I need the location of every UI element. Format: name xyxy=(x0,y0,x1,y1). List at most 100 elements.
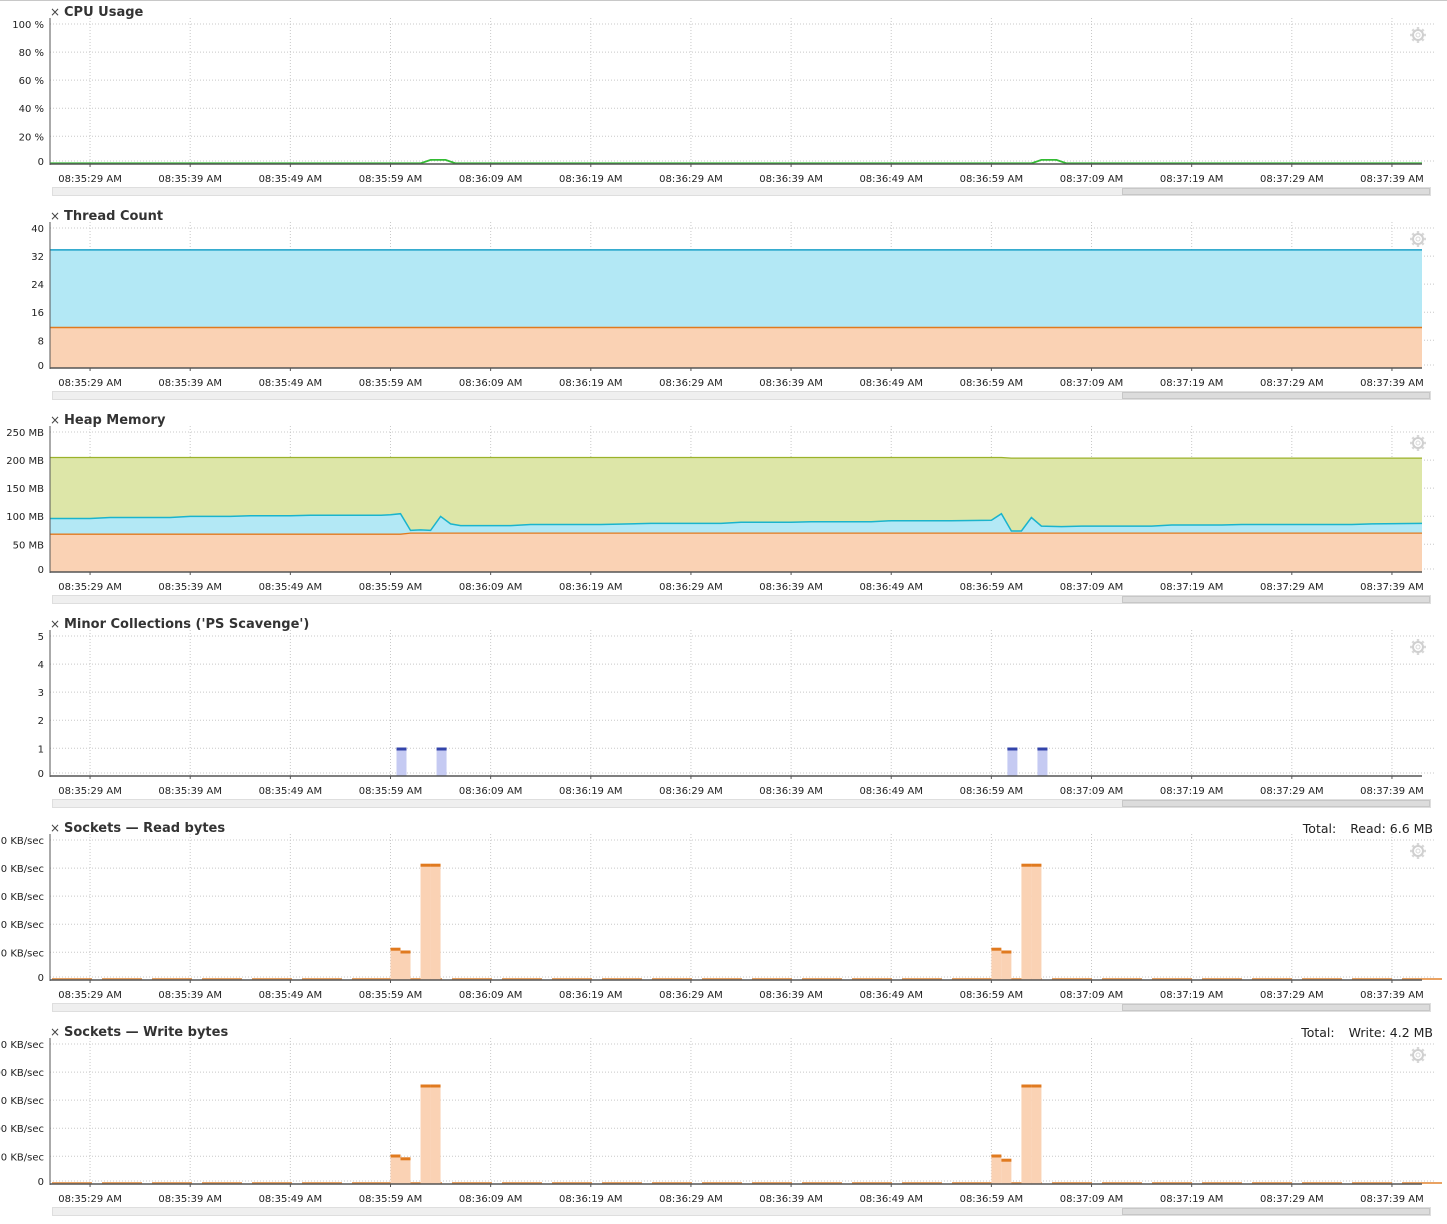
x-tick-label: 08:35:39 AM xyxy=(158,174,222,185)
timeline-scroll-thumb[interactable] xyxy=(1122,1004,1430,1011)
y-tick-label: 0 xyxy=(38,157,44,168)
x-tick-label: 08:36:49 AM xyxy=(859,582,923,593)
socket-bar-cap xyxy=(430,863,441,867)
x-tick-label: 08:37:09 AM xyxy=(1060,786,1124,797)
y-tick-label: 0 xyxy=(38,361,44,372)
x-tick-label: 08:35:39 AM xyxy=(158,990,222,1001)
x-tick-label: 08:35:29 AM xyxy=(58,174,122,185)
chart-cpu[interactable]: 100 % 80 % 60 % 40 % 20 % 0 08:35:29 AM 08:35:3… xyxy=(0,0,1447,204)
y-tick-label: 80 % xyxy=(19,48,44,59)
y-tick-label: 250 MB xyxy=(6,428,44,439)
socket-bar xyxy=(400,952,411,980)
x-tick-label: 08:35:59 AM xyxy=(359,174,423,185)
timeline-scrollbar[interactable] xyxy=(52,799,1431,808)
gc-bar xyxy=(1007,749,1018,776)
y-tick-label: 00 KB/sec xyxy=(0,1068,44,1079)
y-tick-label: 16 xyxy=(31,308,44,319)
y-tick-label: 24 xyxy=(31,280,44,291)
grid xyxy=(50,1038,1434,1184)
x-tick-label: 08:36:59 AM xyxy=(960,174,1024,185)
chart-write[interactable]: 50 KB/sec 00 KB/sec 50 KB/sec 00 KB/sec 50 K… xyxy=(0,1020,1447,1224)
y-tick-label: 100 MB xyxy=(6,512,44,523)
threads-daemon-area xyxy=(50,327,1422,368)
x-tick-label: 08:36:29 AM xyxy=(659,1194,723,1205)
panel-cpu: × CPU Usage 100 % 80 % 60 % 40 % 20 % 0 08:35:29… xyxy=(0,0,1447,204)
y-tick-label: 0 KB/sec xyxy=(1,836,44,847)
y-tick-label: 40 xyxy=(31,224,44,235)
x-tick-label: 08:35:49 AM xyxy=(259,1194,323,1205)
x-tick-label: 08:36:39 AM xyxy=(759,174,823,185)
settings-gear-icon[interactable] xyxy=(1410,27,1426,43)
socket-bar xyxy=(991,949,1002,980)
timeline-scrollbar[interactable] xyxy=(52,1003,1431,1012)
settings-gear-icon[interactable] xyxy=(1410,639,1426,655)
x-tick-label: 08:37:09 AM xyxy=(1060,378,1124,389)
y-tick-label: 70 KB/sec xyxy=(0,948,44,959)
x-tick-label: 08:36:59 AM xyxy=(960,786,1024,797)
socket-bar-cap xyxy=(420,863,431,867)
timeline-scrollbar[interactable] xyxy=(52,1207,1431,1216)
x-tick-label: 08:36:49 AM xyxy=(859,990,923,1001)
x-tick-label: 08:36:19 AM xyxy=(559,1194,623,1205)
socket-bar xyxy=(420,865,431,980)
y-tick-label: 0 KB/sec xyxy=(1,920,44,931)
settings-gear-icon[interactable] xyxy=(1410,843,1426,859)
timeline-scroll-thumb[interactable] xyxy=(1122,188,1430,195)
x-tick-label: 08:36:09 AM xyxy=(459,990,523,1001)
timeline-scrollbar[interactable] xyxy=(52,595,1431,604)
series-group xyxy=(396,747,1048,776)
y-tick-label: 5 xyxy=(38,632,44,643)
panel-minor: × Minor Collections ('PS Scavenge') 5 4 3 2 1 0… xyxy=(0,612,1447,816)
x-tick-label: 08:37:39 AM xyxy=(1360,174,1424,185)
y-tick-label: 200 MB xyxy=(6,456,44,467)
x-tick-label: 08:35:49 AM xyxy=(259,378,323,389)
socket-bar xyxy=(1021,1086,1032,1184)
x-tick-label: 08:36:29 AM xyxy=(659,990,723,1001)
x-tick-label: 08:37:09 AM xyxy=(1060,990,1124,1001)
socket-bar-cap xyxy=(390,1154,401,1158)
heap-tenured-area xyxy=(50,533,1422,572)
x-tick-label: 08:35:49 AM xyxy=(259,174,323,185)
y-tick-label: 150 MB xyxy=(6,484,44,495)
socket-bar-cap xyxy=(1021,1084,1032,1088)
settings-gear-icon[interactable] xyxy=(1410,231,1426,247)
x-tick-label: 08:35:59 AM xyxy=(359,786,423,797)
socket-bar-cap xyxy=(400,1157,411,1161)
series-group xyxy=(50,158,1422,165)
x-tick-label: 08:36:29 AM xyxy=(659,378,723,389)
timeline-scrollbar[interactable] xyxy=(52,391,1431,400)
x-tick-label: 08:37:19 AM xyxy=(1160,378,1224,389)
x-tick-label: 08:36:29 AM xyxy=(659,582,723,593)
x-tick-label: 08:35:39 AM xyxy=(158,582,222,593)
chart-heap[interactable]: 250 MB 200 MB 150 MB 100 MB 50 MB 0 08:35:29 A… xyxy=(0,408,1447,612)
timeline-scroll-thumb[interactable] xyxy=(1122,800,1430,807)
settings-gear-icon[interactable] xyxy=(1410,435,1426,451)
gc-bar-cap xyxy=(396,747,407,751)
y-tick-label: 100 % xyxy=(12,20,44,31)
x-tick-label: 08:35:29 AM xyxy=(58,786,122,797)
series-group xyxy=(52,863,1442,980)
chart-read[interactable]: 0 KB/sec 20 KB/sec 10 KB/sec 0 KB/sec 70 KB/… xyxy=(0,816,1447,1020)
x-tick-label: 08:37:09 AM xyxy=(1060,174,1124,185)
x-tick-label: 08:37:39 AM xyxy=(1360,1194,1424,1205)
chart-threads[interactable]: 40 32 24 16 8 0 08:35:29 AM 08:35:39 AM 08:35:49… xyxy=(0,204,1447,408)
y-tick-label: 0 xyxy=(38,565,44,576)
socket-bar xyxy=(400,1158,411,1184)
chart-minor[interactable]: 5 4 3 2 1 0 08:35:29 AM 08:35:39 AM 08:35:49 AM 0… xyxy=(0,612,1447,816)
timeline-scrollbar[interactable] xyxy=(52,187,1431,196)
y-tick-label: 60 % xyxy=(19,76,44,87)
timeline-scroll-thumb[interactable] xyxy=(1122,1208,1430,1215)
x-tick-label: 08:37:39 AM xyxy=(1360,990,1424,1001)
y-tick-label: 8 xyxy=(38,336,44,347)
timeline-scroll-thumb[interactable] xyxy=(1122,392,1430,399)
x-tick-label: 08:35:49 AM xyxy=(259,786,323,797)
x-tick-label: 08:35:29 AM xyxy=(58,582,122,593)
x-tick-label: 08:37:39 AM xyxy=(1360,582,1424,593)
socket-bar xyxy=(991,1156,1002,1184)
x-tick-label: 08:35:49 AM xyxy=(259,582,323,593)
timeline-scroll-thumb[interactable] xyxy=(1122,596,1430,603)
settings-gear-icon[interactable] xyxy=(1410,1047,1426,1063)
x-tick-label: 08:35:59 AM xyxy=(359,990,423,1001)
socket-bar-cap xyxy=(1001,1158,1012,1162)
y-tick-label: 20 % xyxy=(19,132,44,143)
